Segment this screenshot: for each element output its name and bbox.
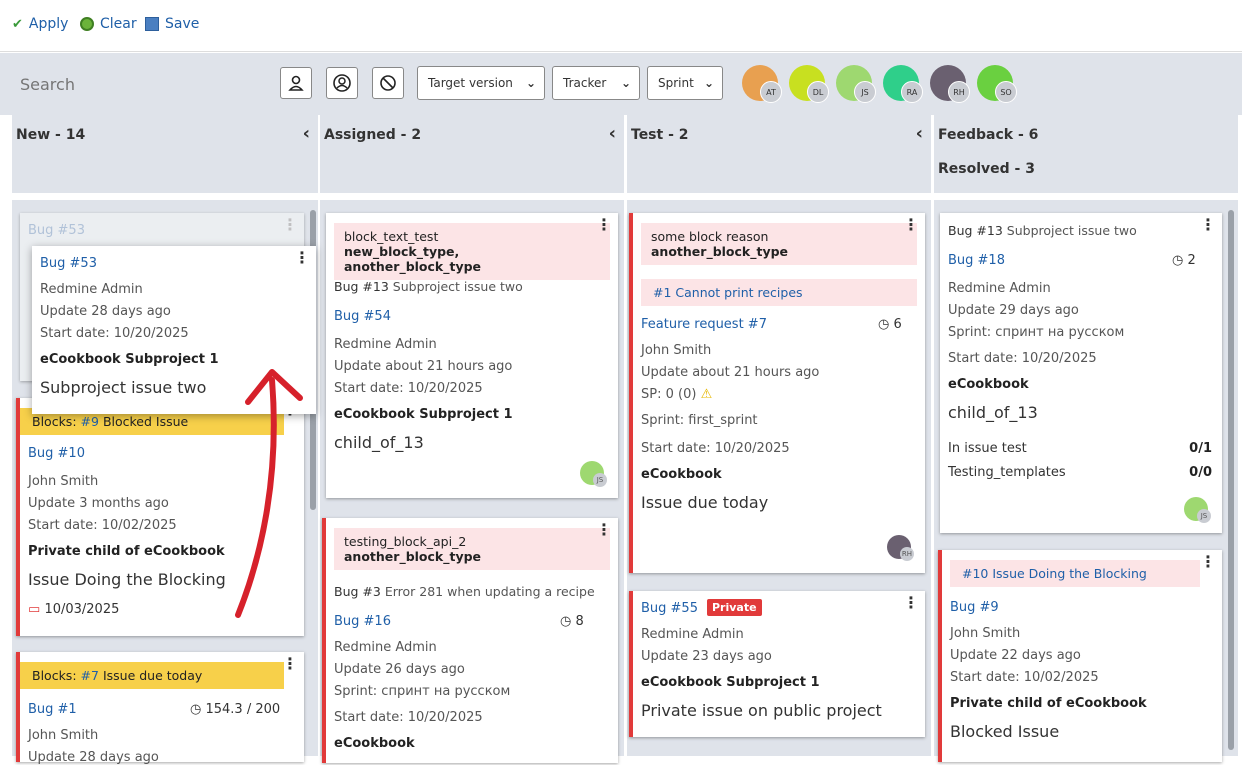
scrollbar-feedback[interactable] bbox=[1228, 210, 1234, 750]
more-icon[interactable]: ⋮ bbox=[903, 595, 919, 611]
story-points: SP: 0 (0) ⚠ bbox=[641, 387, 713, 402]
search-input[interactable] bbox=[12, 66, 252, 102]
more-icon[interactable]: ⋮ bbox=[596, 217, 612, 233]
avatar-js[interactable]: JS bbox=[1184, 497, 1211, 523]
issue-card[interactable]: some block reason another_block_type ⋮ #1… bbox=[629, 213, 925, 573]
avatar-rh[interactable]: RH bbox=[930, 65, 970, 103]
avatar-js[interactable]: JS bbox=[836, 65, 876, 103]
check-icon: ✔ bbox=[12, 16, 23, 32]
time-estimate: ◷ 154.3 / 200 bbox=[190, 702, 281, 717]
issue-card[interactable]: Bug #55 Private ⋮ Redmine Admin Update 2… bbox=[629, 591, 925, 737]
save-button[interactable]: Save bbox=[145, 16, 199, 32]
clear-button[interactable]: Clear bbox=[80, 16, 137, 32]
avatar-rh[interactable]: RH bbox=[887, 535, 914, 561]
chevron-down-icon: ⌄ bbox=[620, 76, 631, 90]
more-icon[interactable]: ⋮ bbox=[282, 656, 298, 672]
person-icon bbox=[288, 75, 304, 91]
warning-icon: ⚠ bbox=[700, 387, 713, 402]
issue-card[interactable]: Blocks: #7 Issue due today ⋮ Bug #1 ◷ 15… bbox=[16, 652, 304, 765]
blocks-relation[interactable]: Blocks: #7 Issue due today bbox=[20, 662, 284, 689]
due-date: ▭ 10/03/2025 bbox=[28, 602, 120, 617]
relation-link[interactable]: #10 Issue Doing the Blocking bbox=[950, 560, 1200, 587]
more-icon[interactable]: ⋮ bbox=[294, 250, 310, 266]
issue-card[interactable]: #10 Issue Doing the Blocking ⋮ Bug #9 Jo… bbox=[938, 550, 1222, 762]
time-estimate: ◷ 8 bbox=[560, 614, 584, 629]
more-icon[interactable]: ⋮ bbox=[1200, 217, 1216, 233]
apply-button[interactable]: ✔ Apply bbox=[12, 16, 68, 32]
time-estimate: ◷ 6 bbox=[878, 317, 902, 332]
avatar-ra[interactable]: RA bbox=[883, 65, 923, 103]
more-icon: ⋮ bbox=[282, 215, 298, 234]
unassigned-button[interactable] bbox=[326, 67, 358, 99]
issue-card[interactable]: testing_block_api_2 another_block_type ⋮ … bbox=[322, 518, 618, 763]
collapse-icon[interactable]: ‹ bbox=[609, 123, 616, 144]
avatar-so[interactable]: SO bbox=[977, 65, 1017, 103]
block-reason: testing_block_api_2 another_block_type bbox=[334, 528, 610, 570]
collapse-icon[interactable]: ‹ bbox=[916, 123, 923, 144]
column-header-test: Test - 2 ‹ bbox=[627, 115, 931, 193]
ban-icon bbox=[380, 75, 396, 91]
tracker-dropdown[interactable]: Tracker ⌄ bbox=[552, 66, 640, 100]
more-icon[interactable]: ⋮ bbox=[903, 217, 919, 233]
blocked-filter-button[interactable] bbox=[372, 67, 404, 99]
filter-bar: Target version⌄ Tracker⌄ Sprint⌄ AT DL J… bbox=[0, 53, 1242, 115]
chevron-down-icon: ⌄ bbox=[525, 76, 536, 90]
collapse-icon[interactable]: ‹ bbox=[303, 123, 310, 144]
assigned-to-me-button[interactable] bbox=[280, 67, 312, 99]
time-estimate: ◷ 2 bbox=[1172, 253, 1196, 268]
person-circle-icon bbox=[333, 74, 351, 92]
block-reason: block_text_test new_block_type, another_b… bbox=[334, 223, 610, 280]
issue-card[interactable]: block_text_test new_block_type, another_b… bbox=[326, 213, 618, 498]
avatar-js[interactable]: JS bbox=[580, 461, 607, 487]
calendar-icon: ▭ bbox=[28, 602, 41, 617]
relation-link[interactable]: #1 Cannot print recipes bbox=[641, 279, 917, 306]
drag-arrow-icon bbox=[235, 369, 303, 618]
column-header-feedback: Feedback - 6 Resolved - 3 bbox=[934, 115, 1238, 193]
private-badge: Private bbox=[707, 599, 762, 616]
more-icon[interactable]: ⋮ bbox=[1200, 554, 1216, 570]
target-version-dropdown[interactable]: Target version ⌄ bbox=[417, 66, 545, 100]
issue-card[interactable]: Bug #13 Subproject issue two ⋮ Bug #18 ◷… bbox=[940, 213, 1222, 533]
sprint-dropdown[interactable]: Sprint ⌄ bbox=[647, 66, 723, 100]
avatar-at[interactable]: AT bbox=[742, 65, 782, 103]
more-icon[interactable]: ⋮ bbox=[596, 522, 612, 538]
column-header-assigned: Assigned - 2 ‹ bbox=[320, 115, 624, 193]
chevron-down-icon: ⌄ bbox=[703, 76, 714, 90]
avatar-dl[interactable]: DL bbox=[789, 65, 829, 103]
clear-icon bbox=[80, 17, 94, 31]
floppy-icon bbox=[145, 17, 159, 31]
top-toolbar: ✔ Apply Clear Save bbox=[0, 0, 1242, 52]
block-reason: some block reason another_block_type bbox=[641, 223, 917, 265]
column-header-resolved: Resolved - 3 bbox=[938, 161, 1035, 177]
column-header-new: New - 14 ‹ bbox=[12, 115, 318, 193]
